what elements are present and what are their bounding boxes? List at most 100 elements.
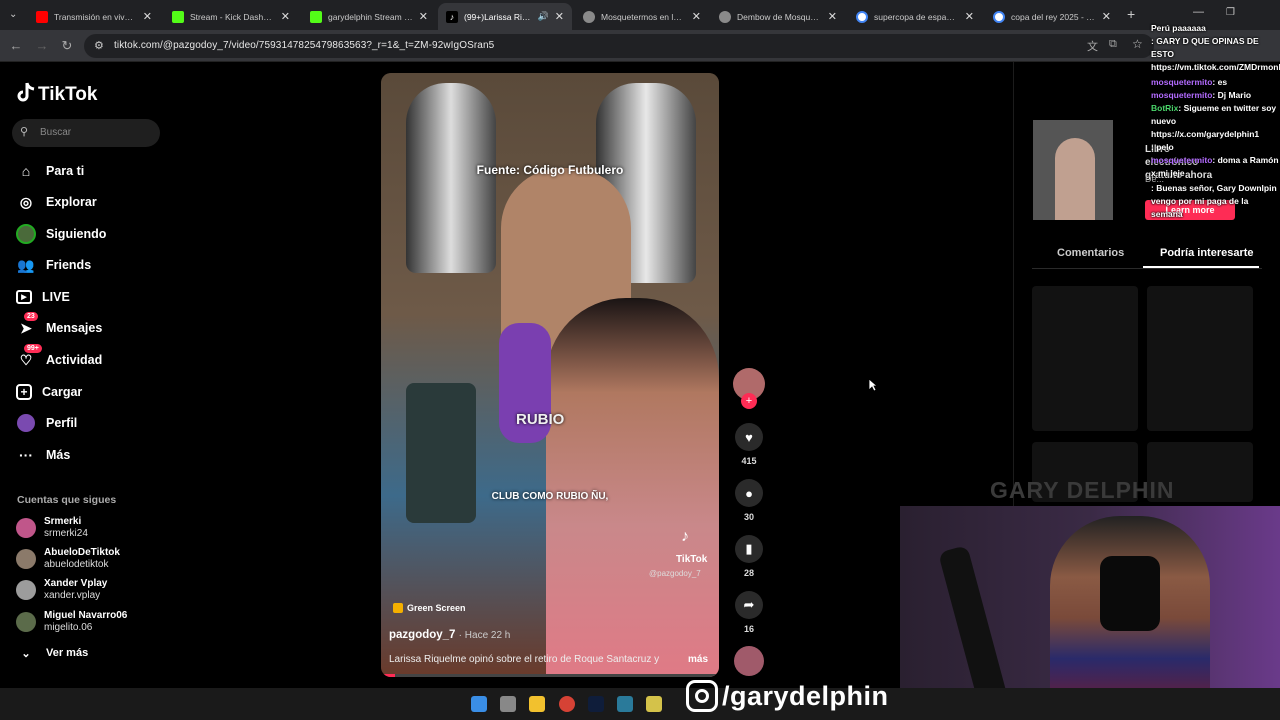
install-app-icon[interactable]: ⧉ xyxy=(1109,38,1117,51)
tiktok-logo-text[interactable]: TikTok xyxy=(38,84,97,106)
close-tab-icon[interactable]: ✕ xyxy=(555,10,564,23)
progress-bar[interactable] xyxy=(381,674,719,677)
search-input[interactable]: ⚲ Buscar xyxy=(12,119,160,147)
video-player[interactable]: Fuente: Código Futbulero RUBIO CLUB COMO… xyxy=(381,73,719,677)
account-handle: abuelodetiktok xyxy=(44,559,109,570)
following-avatar-icon xyxy=(16,224,36,244)
follow-plus-icon[interactable]: + xyxy=(741,393,757,409)
search-placeholder: Buscar xyxy=(40,127,72,138)
back-arrow-icon[interactable]: ← xyxy=(8,38,24,53)
restore-button[interactable]: ❐ xyxy=(1226,7,1235,18)
share-icon: ➦ xyxy=(735,591,763,619)
tab-kick-stream[interactable]: garydelphin Stream - W ✕ xyxy=(302,3,436,30)
tab-google-copa[interactable]: copa del rey 2025 - Bus ✕ xyxy=(985,3,1119,30)
close-tab-icon[interactable]: ✕ xyxy=(143,10,152,23)
sidebar-item-mas[interactable]: ··· Más xyxy=(16,444,70,466)
photoshop-icon[interactable] xyxy=(588,696,604,712)
tab-google-supercopa[interactable]: supercopa de españa 20 ✕ xyxy=(848,3,982,30)
chrome-icon[interactable] xyxy=(559,696,575,712)
comment-button[interactable]: ● 30 xyxy=(735,479,763,522)
see-more-button[interactable]: ⌄ Ver más xyxy=(16,642,88,664)
task-view-icon[interactable] xyxy=(500,696,516,712)
address-bar[interactable]: ⚙ tiktok.com/@pazgodoy_7/video/759314782… xyxy=(84,34,1154,58)
tab-tiktok-active[interactable]: ♪ (99+)Larissa Riquelm 🔊 ✕ xyxy=(438,3,572,30)
following-account[interactable]: Srmerki srmerki24 xyxy=(16,514,88,542)
tab-title: copa del rey 2025 - Bus xyxy=(1011,11,1096,22)
sidebar-item-para-ti[interactable]: ⌂ Para ti xyxy=(16,160,84,182)
bookmark-star-icon[interactable]: ☆ xyxy=(1132,37,1143,51)
chat-message: BotRix: Sigueme en twitter soy nuevo htt… xyxy=(1151,102,1279,141)
following-account[interactable]: Xander Vplay xander.vplay xyxy=(16,576,107,604)
following-account[interactable]: AbueloDeTiktok abuelodetiktok xyxy=(16,545,120,573)
file-explorer-icon[interactable] xyxy=(529,696,545,712)
tab-dembow[interactable]: Dembow de Mosqueter ✕ xyxy=(711,3,845,30)
translate-icon[interactable]: 文 xyxy=(1087,38,1098,54)
tab-search-icon[interactable]: ⌄ xyxy=(9,9,17,20)
share-button[interactable]: ➦ 16 xyxy=(735,591,763,634)
tab-kick-dashboard[interactable]: Stream - Kick Dashboard ✕ xyxy=(164,3,298,30)
tab-podria-interesarte[interactable]: Podría interesarte xyxy=(1160,247,1254,259)
windows-start-icon[interactable] xyxy=(471,696,487,712)
chat-text: : Dj Mario xyxy=(1212,90,1252,100)
sidebar-item-label: Siguiendo xyxy=(46,227,107,241)
ad-thumbnail[interactable] xyxy=(1033,120,1113,220)
minimize-button[interactable]: — xyxy=(1193,6,1204,18)
sidebar-item-siguiendo[interactable]: Siguiendo xyxy=(16,223,106,245)
windows-taskbar xyxy=(0,688,1280,720)
account-handle: xander.vplay xyxy=(44,590,101,601)
audio-playing-icon[interactable]: 🔊 xyxy=(538,11,549,22)
app-icon[interactable] xyxy=(646,696,662,712)
suggested-video-card[interactable] xyxy=(1032,286,1138,431)
sidebar-item-actividad[interactable]: ♡ 99+ Actividad xyxy=(16,344,102,371)
activity-badge: 99+ xyxy=(24,344,42,353)
save-button[interactable]: ▮ 28 xyxy=(735,535,763,578)
following-heading: Cuentas que sigues xyxy=(17,494,117,506)
like-count: 415 xyxy=(741,456,757,466)
close-tab-icon[interactable]: ✕ xyxy=(692,10,701,23)
profile-avatar-icon xyxy=(16,413,36,433)
suggested-video-card[interactable] xyxy=(1147,286,1253,431)
following-account[interactable]: Miguel Navarro06 migelito.06 xyxy=(16,608,127,636)
tab-row-divider xyxy=(1032,268,1262,269)
sidebar-item-friends[interactable]: 👥 Friends xyxy=(16,254,91,276)
url-text[interactable]: tiktok.com/@pazgodoy_7/video/75931478254… xyxy=(114,40,494,51)
tab-title: Transmisión en vivo - Yo xyxy=(54,11,137,22)
close-tab-icon[interactable]: ✕ xyxy=(1102,10,1111,23)
close-tab-icon[interactable]: ✕ xyxy=(281,10,290,23)
close-tab-icon[interactable]: ✕ xyxy=(828,10,837,23)
new-tab-button[interactable]: + xyxy=(1127,6,1135,22)
tab-title: garydelphin Stream - W xyxy=(328,11,413,22)
friends-icon: 👥 xyxy=(17,256,35,273)
tab-mosquetermos[interactable]: Mosquetermos en la Par ✕ xyxy=(575,3,709,30)
green-screen-icon xyxy=(393,603,403,613)
sidebar-item-live[interactable]: ▶ LIVE xyxy=(16,286,70,308)
close-tab-icon[interactable]: ✕ xyxy=(965,10,974,23)
sidebar-item-cargar[interactable]: + Cargar xyxy=(16,381,82,403)
creator-avatar[interactable]: + xyxy=(733,368,765,409)
video-watermark-handle: @pazgodoy_7 xyxy=(649,569,701,578)
sidebar-item-explorar[interactable]: ◎ Explorar xyxy=(16,191,97,213)
sidebar-item-perfil[interactable]: Perfil xyxy=(16,412,77,434)
video-mug-text: RUBIO xyxy=(516,411,565,428)
video-source-caption: Fuente: Código Futbulero xyxy=(476,163,624,177)
stream-channel-title: GARY DELPHIN xyxy=(990,477,1175,503)
close-tab-icon[interactable]: ✕ xyxy=(419,10,428,23)
tab-comentarios[interactable]: Comentarios xyxy=(1057,247,1124,259)
tab-title: supercopa de españa 20 xyxy=(874,11,959,22)
account-handle: srmerki24 xyxy=(44,528,88,539)
description-more-button[interactable]: más xyxy=(688,654,708,665)
site-info-icon[interactable]: ⚙ xyxy=(94,39,104,52)
like-button[interactable]: ♥ 415 xyxy=(735,423,763,466)
app-icon[interactable] xyxy=(617,696,633,712)
tab-youtube[interactable]: Transmisión en vivo - Yo ✕ xyxy=(28,3,160,30)
effect-tag[interactable]: Green Screen xyxy=(393,603,466,613)
forward-arrow-icon[interactable]: → xyxy=(34,38,50,53)
see-more-label: Ver más xyxy=(46,647,89,659)
sidebar-item-label: Perfil xyxy=(46,416,78,430)
reload-icon[interactable]: ↻ xyxy=(59,38,75,54)
video-author[interactable]: pazgodoy_7 xyxy=(389,629,455,641)
sidebar-item-mensajes[interactable]: ➤ 23 Mensajes xyxy=(16,312,102,339)
sound-avatar[interactable] xyxy=(734,646,764,676)
globe-icon xyxy=(719,10,731,23)
effect-label: Green Screen xyxy=(407,603,466,613)
